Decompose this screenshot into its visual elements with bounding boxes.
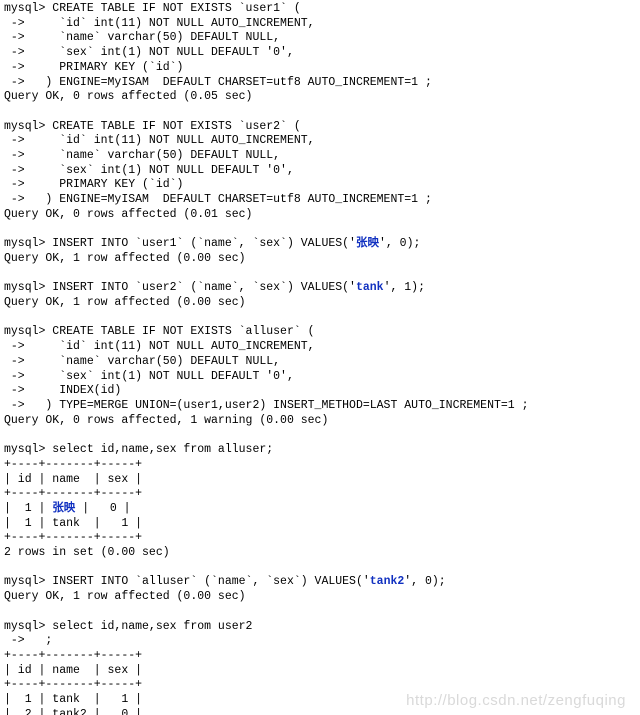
sql-insert-line: mysql> INSERT INTO `user2` (`name`, `sex… xyxy=(4,281,640,296)
table-row: | 1 | tank | 1 | xyxy=(4,517,640,532)
sql-continuation-line: -> `sex` int(1) NOT NULL DEFAULT '0', xyxy=(4,164,640,179)
highlighted-value: 张映 xyxy=(356,237,379,250)
sql-continuation-line: -> ) ENGINE=MyISAM DEFAULT CHARSET=utf8 … xyxy=(4,76,640,91)
query-result-line: Query OK, 0 rows affected (0.05 sec) xyxy=(4,90,640,105)
sql-continuation-line: -> PRIMARY KEY (`id`) xyxy=(4,178,640,193)
sql-insert-line: mysql> INSERT INTO `user1` (`name`, `sex… xyxy=(4,237,640,252)
blank-line xyxy=(4,605,640,620)
table-row: | 1 | tank | 1 | xyxy=(4,693,640,708)
table-separator: +----+-------+-----+ xyxy=(4,458,640,473)
mysql-terminal-output: mysql> CREATE TABLE IF NOT EXISTS `user1… xyxy=(0,0,640,715)
sql-continuation-line: -> `name` varchar(50) DEFAULT NULL, xyxy=(4,31,640,46)
sql-continuation-line: -> `id` int(11) NOT NULL AUTO_INCREMENT, xyxy=(4,134,640,149)
sql-prompt-line: mysql> CREATE TABLE IF NOT EXISTS `allus… xyxy=(4,325,640,340)
sql-continuation-line: -> `sex` int(1) NOT NULL DEFAULT '0', xyxy=(4,370,640,385)
table-separator: +----+-------+-----+ xyxy=(4,649,640,664)
sql-continuation-line: -> `name` varchar(50) DEFAULT NULL, xyxy=(4,149,640,164)
blank-line xyxy=(4,561,640,576)
query-result-line: Query OK, 0 rows affected, 1 warning (0.… xyxy=(4,414,640,429)
query-result-line: Query OK, 1 row affected (0.00 sec) xyxy=(4,590,640,605)
blank-line xyxy=(4,267,640,282)
sql-continuation-line: -> `id` int(11) NOT NULL AUTO_INCREMENT, xyxy=(4,17,640,32)
query-result-line: Query OK, 1 row affected (0.00 sec) xyxy=(4,252,640,267)
table-header: | id | name | sex | xyxy=(4,664,640,679)
query-result-line: Query OK, 0 rows affected (0.01 sec) xyxy=(4,208,640,223)
blank-line xyxy=(4,428,640,443)
query-result-line: 2 rows in set (0.00 sec) xyxy=(4,546,640,561)
sql-continuation-line: -> ; xyxy=(4,634,640,649)
sql-prompt-line: mysql> CREATE TABLE IF NOT EXISTS `user1… xyxy=(4,2,640,17)
sql-continuation-line: -> INDEX(id) xyxy=(4,384,640,399)
highlighted-value: tank xyxy=(356,281,384,294)
sql-prompt-line: mysql> CREATE TABLE IF NOT EXISTS `user2… xyxy=(4,120,640,135)
table-separator: +----+-------+-----+ xyxy=(4,487,640,502)
table-row: | 1 | 张映 | 0 | xyxy=(4,502,640,517)
sql-prompt-line: mysql> select id,name,sex from user2 xyxy=(4,620,640,635)
blank-line xyxy=(4,311,640,326)
query-result-line: Query OK, 1 row affected (0.00 sec) xyxy=(4,296,640,311)
sql-prompt-line: mysql> select id,name,sex from alluser; xyxy=(4,443,640,458)
sql-continuation-line: -> ) TYPE=MERGE UNION=(user1,user2) INSE… xyxy=(4,399,640,414)
sql-continuation-line: -> `name` varchar(50) DEFAULT NULL, xyxy=(4,355,640,370)
highlighted-value: tank2 xyxy=(370,575,405,588)
blank-line xyxy=(4,105,640,120)
blank-line xyxy=(4,223,640,238)
highlighted-value: 张映 xyxy=(52,502,75,515)
sql-continuation-line: -> PRIMARY KEY (`id`) xyxy=(4,61,640,76)
table-row: | 2 | tank2 | 0 | xyxy=(4,708,640,715)
table-header: | id | name | sex | xyxy=(4,473,640,488)
sql-continuation-line: -> `id` int(11) NOT NULL AUTO_INCREMENT, xyxy=(4,340,640,355)
table-separator: +----+-------+-----+ xyxy=(4,678,640,693)
table-separator: +----+-------+-----+ xyxy=(4,531,640,546)
sql-continuation-line: -> ) ENGINE=MyISAM DEFAULT CHARSET=utf8 … xyxy=(4,193,640,208)
sql-continuation-line: -> `sex` int(1) NOT NULL DEFAULT '0', xyxy=(4,46,640,61)
sql-insert-line: mysql> INSERT INTO `alluser` (`name`, `s… xyxy=(4,575,640,590)
